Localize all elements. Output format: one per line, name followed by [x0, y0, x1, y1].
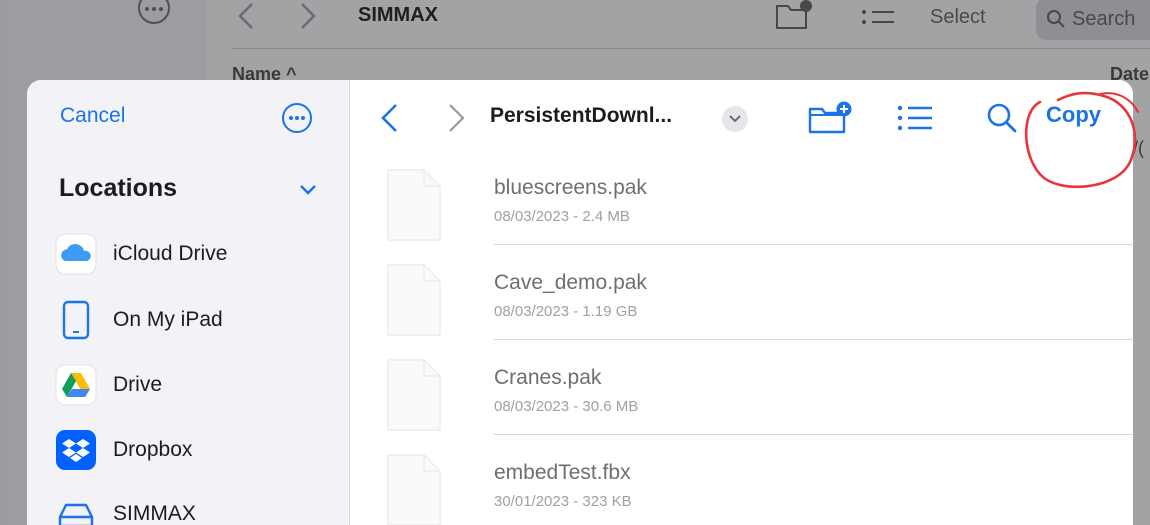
external-drive-icon	[55, 493, 97, 525]
sidebar-item-label: Dropbox	[113, 438, 193, 461]
locations-header[interactable]: Locations	[59, 174, 177, 203]
sidebar-item-simmax[interactable]: SIMMAX	[55, 492, 335, 525]
row-divider	[494, 434, 1133, 435]
file-meta: 08/03/2023 - 2.4 MB	[494, 208, 630, 225]
background-partial-date: /(	[1133, 138, 1144, 158]
file-row[interactable]: embedTest.fbx 30/01/2023 - 323 KB	[386, 443, 1133, 525]
more-icon	[138, 0, 170, 24]
file-meta: 08/03/2023 - 30.6 MB	[494, 398, 639, 415]
back-chevron-icon	[238, 3, 253, 29]
forward-chevron-icon	[301, 3, 316, 29]
sidebar-item-label: iCloud Drive	[113, 242, 228, 265]
list-icon	[862, 10, 894, 24]
search-icon	[1047, 10, 1065, 28]
background-divider	[232, 48, 1150, 49]
search-icon[interactable]	[986, 102, 1018, 134]
picker-sidebar: Cancel Locations iCloud Drive On My iPad…	[27, 80, 350, 525]
sidebar-item-on-my-ipad[interactable]: On My iPad	[55, 298, 335, 342]
ipad-icon	[55, 299, 97, 341]
file-name: Cranes.pak	[494, 366, 602, 389]
row-divider	[494, 339, 1133, 340]
icloud-icon	[55, 233, 97, 275]
sidebar-item-drive[interactable]: Drive	[55, 363, 335, 407]
dropbox-icon	[55, 429, 97, 471]
sidebar-item-icloud-drive[interactable]: iCloud Drive	[55, 232, 335, 276]
copy-button[interactable]: Copy	[1046, 102, 1101, 128]
sidebar-item-dropbox[interactable]: Dropbox	[55, 428, 335, 472]
sidebar-item-label: SIMMAX	[113, 502, 196, 525]
google-drive-icon	[55, 364, 97, 406]
file-icon	[387, 169, 441, 241]
background-search-field: Search	[1036, 0, 1150, 40]
new-folder-icon[interactable]	[806, 100, 854, 136]
background-select-button: Select	[930, 6, 986, 28]
file-icon	[387, 264, 441, 336]
file-picker-sheet: Cancel Locations iCloud Drive On My iPad…	[27, 80, 1133, 525]
picker-main: PersistentDownl... Copy bluescreens.pak …	[350, 80, 1133, 525]
forward-chevron-icon[interactable]	[446, 102, 468, 134]
chevron-down-icon[interactable]	[299, 184, 317, 196]
chevron-down-icon	[729, 115, 741, 123]
sidebar-item-label: Drive	[113, 373, 163, 396]
file-name: Cave_demo.pak	[494, 271, 647, 294]
file-icon	[387, 454, 441, 525]
file-meta: 30/01/2023 - 323 KB	[494, 493, 632, 510]
file-name: bluescreens.pak	[494, 176, 647, 199]
cancel-button[interactable]: Cancel	[60, 104, 125, 128]
file-row[interactable]: Cranes.pak 08/03/2023 - 30.6 MB	[386, 348, 1133, 443]
file-row[interactable]: Cave_demo.pak 08/03/2023 - 1.19 GB	[386, 253, 1133, 348]
sidebar-item-label: On My iPad	[113, 308, 223, 331]
new-folder-icon	[776, 0, 812, 29]
folder-title[interactable]: PersistentDownl...	[490, 104, 672, 128]
row-divider	[494, 244, 1133, 245]
more-options-icon[interactable]	[281, 102, 313, 134]
background-search-label: Search	[1072, 7, 1136, 30]
back-chevron-icon[interactable]	[378, 102, 400, 134]
file-meta: 08/03/2023 - 1.19 GB	[494, 303, 638, 320]
background-folder-title: SIMMAX	[358, 4, 438, 26]
file-row[interactable]: bluescreens.pak 08/03/2023 - 2.4 MB	[386, 158, 1133, 253]
file-name: embedTest.fbx	[494, 461, 631, 484]
folder-title-menu-button[interactable]	[722, 106, 748, 132]
list-view-icon[interactable]	[896, 102, 934, 134]
file-icon	[387, 359, 441, 431]
